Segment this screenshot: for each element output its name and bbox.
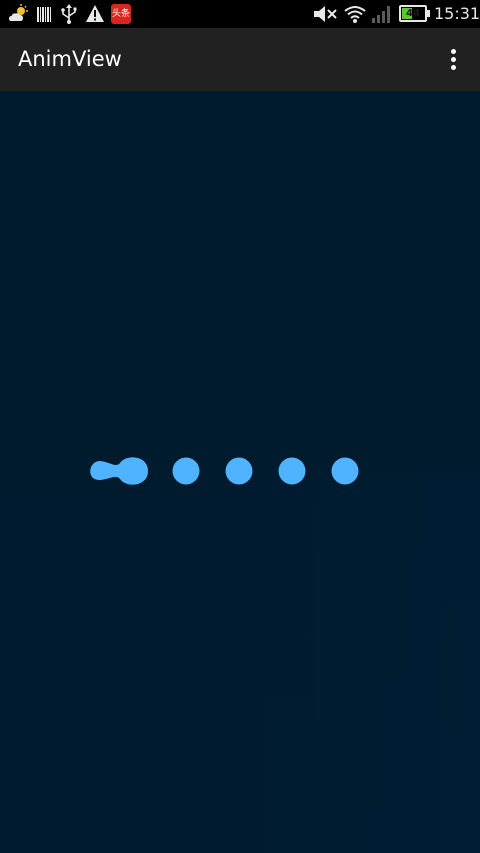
screen: 头条 44 15:31 AnimView	[0, 0, 480, 853]
battery-level-text: 44	[406, 8, 420, 19]
signal-icon	[370, 4, 394, 24]
loading-dot	[225, 457, 253, 485]
usb-icon	[59, 4, 79, 24]
loading-dot	[172, 457, 200, 485]
overflow-dot	[451, 65, 456, 70]
action-bar: AnimView	[0, 28, 480, 91]
loading-dot	[331, 457, 359, 485]
overflow-dot	[451, 49, 456, 54]
barcode-icon	[36, 4, 52, 24]
warning-icon	[85, 4, 105, 24]
status-bar: 头条 44 15:31	[0, 0, 480, 28]
more-vert-icon[interactable]	[438, 41, 470, 79]
weather-icon	[8, 4, 30, 24]
battery-tip	[427, 10, 430, 17]
background-shade	[105, 471, 480, 853]
app-title: AnimView	[18, 47, 122, 71]
battery-icon: 44	[399, 5, 427, 22]
loading-dots-animation	[90, 457, 480, 853]
news-app-icon: 头条	[111, 4, 131, 24]
overflow-dot	[451, 57, 456, 62]
loading-dot	[278, 457, 306, 485]
status-clock: 15:31	[434, 4, 480, 23]
content-area	[0, 91, 480, 853]
mute-icon	[313, 4, 339, 24]
anim-view	[0, 91, 480, 853]
wifi-icon	[343, 4, 367, 24]
